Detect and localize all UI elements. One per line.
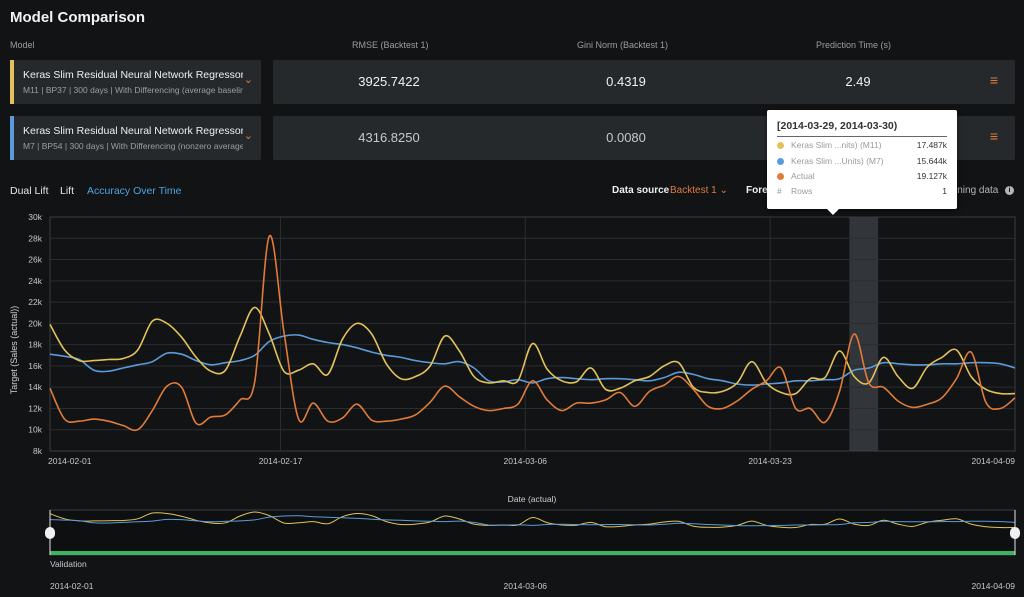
chevron-down-icon[interactable]: ⌄ xyxy=(244,73,253,86)
col-header-model: Model xyxy=(10,40,35,50)
overview-date-label: 2014-04-09 xyxy=(972,581,1016,591)
tooltip-row-rows: # Rows 1 xyxy=(777,186,947,200)
validation-partition-bar xyxy=(50,551,1015,555)
y-tick-label: 28k xyxy=(28,233,42,243)
series-dot-icon xyxy=(777,158,784,165)
tab-accuracy-over-time[interactable]: Accuracy Over Time xyxy=(87,185,182,197)
page-title: Model Comparison xyxy=(10,9,146,26)
series-dot-icon xyxy=(777,173,784,180)
data-source-label: Data source xyxy=(612,185,670,196)
data-source-value: Backtest 1 xyxy=(670,185,717,196)
data-source-dropdown[interactable]: Backtest 1 ⌄ xyxy=(670,185,728,196)
model-name: Keras Slim Residual Neural Network Regre… xyxy=(23,125,243,137)
tooltip-row-m11: Keras Slim ...nits) (M11) 17.487k xyxy=(777,140,947,154)
menu-icon[interactable]: ≡ xyxy=(990,72,998,88)
partition-label: Validation xyxy=(50,559,87,569)
y-axis-label: Target (Sales (actual)) xyxy=(9,306,19,395)
tooltip-label: Keras Slim ...nits) (M11) xyxy=(791,140,882,150)
tab-dual-lift[interactable]: Dual Lift xyxy=(10,185,49,197)
chevron-down-icon: ⌄ xyxy=(719,185,728,196)
col-header-prediction-time[interactable]: Prediction Time (s) xyxy=(816,40,891,50)
tooltip-label: Rows xyxy=(791,186,813,196)
model-color-bar xyxy=(10,116,14,160)
tooltip-row-actual: Actual 19.127k xyxy=(777,171,947,185)
menu-icon[interactable]: ≡ xyxy=(990,128,998,144)
tooltip-value: 19.127k xyxy=(916,171,947,181)
tooltip-row-m7: Keras Slim ...Units) (M7) 15.644k xyxy=(777,156,947,170)
forecast-label[interactable]: Fore xyxy=(746,185,768,196)
accuracy-over-time-chart[interactable]: 8k 10k 12k 14k 16k 18k 20k 22k 24k 26k 28k 30k 2014-… xyxy=(0,205,1024,597)
y-tick-label: 10k xyxy=(28,425,42,435)
tooltip-title: [2014-03-29, 2014-03-30) xyxy=(777,120,898,132)
model-metrics-row-m11: 3925.7422 0.4319 2.49 ≡ xyxy=(273,60,1015,104)
gini-value: 0.0080 xyxy=(606,130,646,145)
model-description: M11 | BP37 | 300 days | With Differencin… xyxy=(23,85,243,95)
y-tick-label: 14k xyxy=(28,382,42,392)
x-tick-label: 2014-04-09 xyxy=(972,456,1016,466)
y-tick-label: 20k xyxy=(28,318,42,328)
y-tick-label: 12k xyxy=(28,403,42,413)
y-tick-label: 18k xyxy=(28,340,42,350)
tab-lift[interactable]: Lift xyxy=(60,185,74,197)
prediction-time-value: 2.49 xyxy=(845,74,871,89)
x-tick-label: 2014-02-17 xyxy=(259,456,303,466)
x-tick-label: 2014-03-23 xyxy=(748,456,792,466)
col-header-gini[interactable]: Gini Norm (Backtest 1) xyxy=(577,40,668,50)
chart-tooltip: [2014-03-29, 2014-03-30) Keras Slim ...n… xyxy=(767,110,957,215)
tooltip-label: Keras Slim ...Units) (M7) xyxy=(791,156,884,166)
y-tick-label: 30k xyxy=(28,212,42,222)
y-tick-label: 16k xyxy=(28,361,42,371)
chevron-down-icon[interactable]: ⌄ xyxy=(244,129,253,142)
model-selector-m11[interactable]: Keras Slim Residual Neural Network Regre… xyxy=(10,60,261,104)
tooltip-label: Actual xyxy=(791,171,815,181)
rmse-value: 3925.7422 xyxy=(358,74,420,89)
range-handle-left[interactable] xyxy=(45,527,55,539)
overview-frame xyxy=(49,509,1016,556)
x-axis-label: Date (actual) xyxy=(508,494,557,504)
y-tick-label: 8k xyxy=(33,446,43,456)
gini-value: 0.4319 xyxy=(606,74,646,89)
x-tick-label: 2014-03-06 xyxy=(504,456,548,466)
overview-date-label: 2014-03-06 xyxy=(504,581,548,591)
overview-navigator[interactable]: Validation 2014-02-01 2014-03-06 2014-04-09 xyxy=(45,509,1020,591)
tooltip-value: 1 xyxy=(942,186,947,196)
tooltip-value: 15.644k xyxy=(916,156,947,166)
main-plot: 8k 10k 12k 14k 16k 18k 20k 22k 24k 26k 28k 30k 2014-… xyxy=(28,212,1016,466)
series-dot-icon xyxy=(777,142,784,149)
model-name: Keras Slim Residual Neural Network Regre… xyxy=(23,69,243,81)
model-description: M7 | BP54 | 300 days | With Differencing… xyxy=(23,141,243,151)
tooltip-value: 17.487k xyxy=(916,140,947,150)
y-tick-label: 26k xyxy=(28,255,42,265)
rmse-value: 4316.8250 xyxy=(358,130,420,145)
y-tick-label: 24k xyxy=(28,276,42,286)
overview-date-label: 2014-02-01 xyxy=(50,581,94,591)
y-tick-label: 22k xyxy=(28,297,42,307)
hash-icon: # xyxy=(777,186,782,196)
training-data-label[interactable]: ining data xyxy=(955,185,998,196)
col-header-rmse[interactable]: RMSE (Backtest 1) xyxy=(352,40,429,50)
info-icon[interactable]: i xyxy=(1005,186,1014,195)
x-tick-label: 2014-02-01 xyxy=(48,456,92,466)
tooltip-divider xyxy=(777,136,947,137)
model-color-bar xyxy=(10,60,14,104)
model-selector-m7[interactable]: Keras Slim Residual Neural Network Regre… xyxy=(10,116,261,160)
range-handle-right[interactable] xyxy=(1010,527,1020,539)
